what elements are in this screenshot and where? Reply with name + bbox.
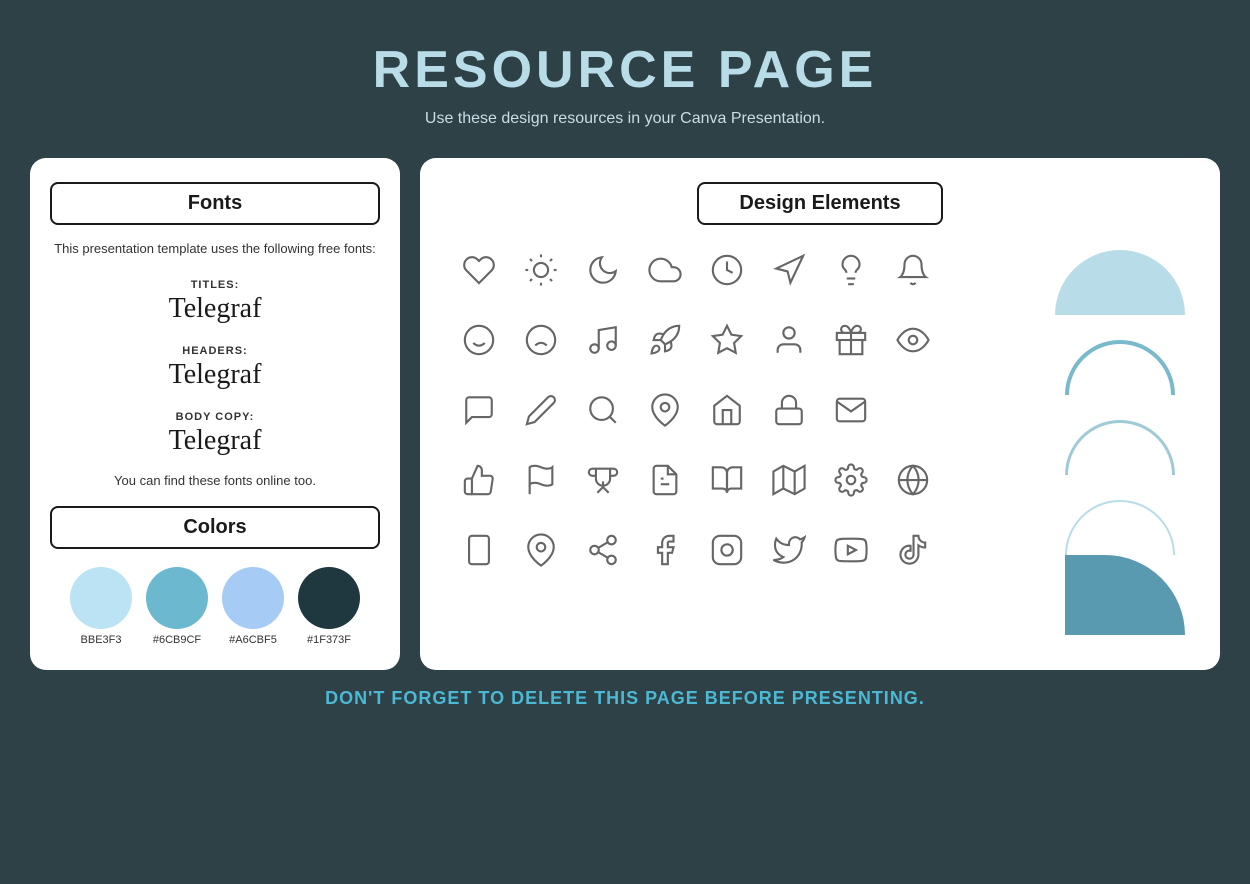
smile-icon bbox=[450, 311, 508, 369]
swatch-label-4: #1F373F bbox=[307, 634, 351, 646]
sun-icon bbox=[512, 241, 570, 299]
design-elements-badge: Design Elements bbox=[697, 182, 942, 225]
swatch-1: BBE3F3 bbox=[70, 567, 132, 646]
clock-icon bbox=[698, 241, 756, 299]
font-titles-name: Telegraf bbox=[169, 293, 262, 325]
semicircle-filled bbox=[1055, 250, 1185, 315]
pencil-icon bbox=[512, 381, 570, 439]
quarter-circle bbox=[1065, 555, 1185, 635]
search-icon bbox=[574, 381, 632, 439]
icons-grid bbox=[440, 235, 1030, 635]
swatch-circle-4 bbox=[298, 567, 360, 629]
settings-icon bbox=[822, 451, 880, 509]
user-icon bbox=[760, 311, 818, 369]
file-icon bbox=[636, 451, 694, 509]
footer-text: DON'T FORGET TO DELETE THIS PAGE BEFORE … bbox=[0, 688, 1250, 709]
font-entry-headers: HEADERS: Telegraf bbox=[169, 341, 262, 391]
icon-row-2 bbox=[440, 305, 1030, 375]
semicircle-outline-3 bbox=[1065, 500, 1175, 555]
icon-row-4 bbox=[440, 445, 1030, 515]
main-content: Fonts This presentation template uses th… bbox=[0, 158, 1250, 670]
header-section: RESOURCE PAGE Use these design resources… bbox=[0, 0, 1250, 148]
font-entry-body: BODY COPY: Telegraf bbox=[169, 407, 262, 457]
eye-icon bbox=[884, 311, 942, 369]
decorations-area bbox=[1040, 235, 1200, 635]
star-icon bbox=[698, 311, 756, 369]
facebook-icon bbox=[636, 521, 694, 579]
pin-icon bbox=[636, 381, 694, 439]
decoration-2 bbox=[1045, 315, 1195, 395]
location-icon bbox=[512, 521, 570, 579]
music-icon bbox=[574, 311, 632, 369]
page-title: RESOURCE PAGE bbox=[0, 40, 1250, 100]
swatch-circle-1 bbox=[70, 567, 132, 629]
cloud-icon bbox=[636, 241, 694, 299]
swatch-circle-2 bbox=[146, 567, 208, 629]
decoration-5 bbox=[1045, 555, 1195, 635]
swatch-3: #A6CBF5 bbox=[222, 567, 284, 646]
font-entry-titles: TITLES: Telegraf bbox=[169, 275, 262, 325]
font-headers-label: HEADERS: bbox=[182, 345, 247, 357]
swatch-4: #1F373F bbox=[298, 567, 360, 646]
icon-row-3 bbox=[440, 375, 1030, 445]
chat-icon bbox=[450, 381, 508, 439]
swatch-circle-3 bbox=[222, 567, 284, 629]
phone-icon bbox=[450, 521, 508, 579]
globe-icon bbox=[884, 451, 942, 509]
icon-row-5 bbox=[440, 515, 1030, 585]
megaphone-icon bbox=[760, 241, 818, 299]
semicircle-outline-2 bbox=[1065, 420, 1175, 475]
gift-icon bbox=[822, 311, 880, 369]
semicircle-outline-1 bbox=[1065, 340, 1175, 395]
icons-and-decorations bbox=[440, 235, 1200, 635]
fonts-online-note: You can find these fonts online too. bbox=[114, 473, 316, 488]
mail-icon bbox=[822, 381, 880, 439]
decoration-4 bbox=[1045, 475, 1195, 555]
frown-icon bbox=[512, 311, 570, 369]
font-body-label: BODY COPY: bbox=[176, 411, 255, 423]
page-subtitle: Use these design resources in your Canva… bbox=[0, 110, 1250, 128]
lightbulb-icon bbox=[822, 241, 880, 299]
moon-icon bbox=[574, 241, 632, 299]
instagram-icon bbox=[698, 521, 756, 579]
book-icon bbox=[698, 451, 756, 509]
font-headers-name: Telegraf bbox=[169, 359, 262, 391]
font-body-name: Telegraf bbox=[169, 425, 262, 457]
icon-row-1 bbox=[440, 235, 1030, 305]
bell-icon bbox=[884, 241, 942, 299]
colors-badge: Colors bbox=[50, 506, 380, 549]
swatch-2: #6CB9CF bbox=[146, 567, 208, 646]
swatch-label-3: #A6CBF5 bbox=[229, 634, 277, 646]
flag-icon bbox=[512, 451, 570, 509]
footer-section: DON'T FORGET TO DELETE THIS PAGE BEFORE … bbox=[0, 670, 1250, 719]
color-swatches: BBE3F3 #6CB9CF #A6CBF5 #1F373F bbox=[70, 567, 360, 646]
twitter-icon bbox=[760, 521, 818, 579]
right-panel: Design Elements bbox=[420, 158, 1220, 670]
swatch-label-2: #6CB9CF bbox=[153, 634, 201, 646]
font-titles-label: TITLES: bbox=[191, 279, 240, 291]
heart-icon bbox=[450, 241, 508, 299]
decoration-3 bbox=[1045, 395, 1195, 475]
home-icon bbox=[698, 381, 756, 439]
thumbsup-icon bbox=[450, 451, 508, 509]
map-icon bbox=[760, 451, 818, 509]
trophy-icon bbox=[574, 451, 632, 509]
fonts-badge: Fonts bbox=[50, 182, 380, 225]
rocket-icon bbox=[636, 311, 694, 369]
decoration-1 bbox=[1045, 235, 1195, 315]
tiktok-icon bbox=[884, 521, 942, 579]
fonts-description: This presentation template uses the foll… bbox=[54, 239, 376, 259]
youtube-icon bbox=[822, 521, 880, 579]
share-icon bbox=[574, 521, 632, 579]
left-panel: Fonts This presentation template uses th… bbox=[30, 158, 400, 670]
swatch-label-1: BBE3F3 bbox=[81, 634, 122, 646]
lock-icon bbox=[760, 381, 818, 439]
